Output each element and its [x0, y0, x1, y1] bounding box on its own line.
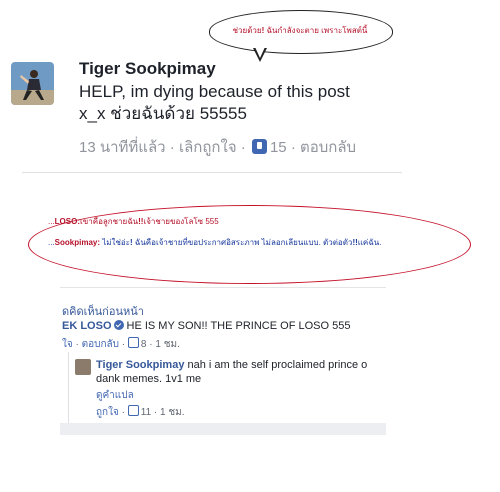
reply-comment: Tiger Sookpimay nah i am the self procla… — [96, 358, 386, 386]
unlike-link[interactable]: เลิกถูกใจ — [179, 139, 237, 156]
view-previous-comments-link[interactable]: ดคิดเห็นก่อนหน้า — [62, 302, 144, 320]
comment-text: HE IS MY SON!! THE PRINCE OF LOSO 555 — [126, 320, 351, 332]
like-link[interactable]: ถูกใจ — [96, 407, 119, 418]
post-author-name[interactable]: Tiger Sookpimay — [79, 59, 216, 79]
comment-panel-footer — [60, 423, 386, 435]
annotation-line-sookpimay: ...Sookpimay: ไม่ใช่อ่ะ! ฉันคือเจ้าชายที… — [48, 238, 382, 247]
like-count[interactable]: 15 — [270, 139, 287, 156]
verified-badge-icon — [113, 320, 124, 330]
see-translation-link[interactable]: ดูคำแปล — [96, 388, 134, 403]
post-meta: 13 นาทีที่แล้ว · เลิกถูกใจ · 15 · ตอบกลั… — [79, 139, 357, 156]
reply-meta: ถูกใจ · 11 · 1 ชม. — [96, 405, 185, 418]
post-body-line-1: HELP, im dying because of this post — [79, 82, 350, 101]
thumbs-up-icon — [127, 337, 139, 348]
like-link[interactable]: ใจ — [62, 339, 73, 350]
avatar[interactable] — [11, 62, 54, 105]
thumbs-up-icon — [251, 139, 267, 154]
comment-timestamp[interactable]: 1 ชม. — [155, 339, 180, 350]
reply-text-line-1: nah i am the self proclaimed prince o — [187, 359, 368, 371]
divider — [22, 172, 402, 173]
comment-loso-meta: ใจ · ตอบกลับ · 8 · 1 ชม. — [62, 337, 180, 350]
post-body: HELP, im dying because of this post x_x … — [79, 81, 399, 125]
reply-link[interactable]: ตอบกลับ — [82, 339, 119, 350]
reply-link[interactable]: ตอบกลับ — [300, 139, 356, 156]
like-count[interactable]: 8 — [141, 339, 147, 350]
post-body-line-2: x_x ช่วยฉันด้วย 55555 — [79, 104, 247, 123]
reply-author[interactable]: Tiger Sookpimay — [96, 359, 184, 371]
comment-author[interactable]: EK LOSO — [62, 320, 112, 332]
annotation-line-loso: ...LOSO:เขาคือลูกชายฉัน!!เจ้าชายของโลโซ … — [48, 217, 219, 226]
speech-bubble-tail-fill — [255, 47, 265, 58]
reply-text-line-2: dank memes. 1v1 me — [96, 373, 202, 385]
avatar[interactable] — [75, 359, 91, 375]
reply-timestamp[interactable]: 1 ชม. — [160, 407, 185, 418]
thumbs-up-icon — [127, 405, 139, 416]
speech-bubble-text: ช่วยด้วย! ฉันกำลังจะตาย เพราะโพสต์นี้ — [232, 26, 368, 35]
post-timestamp[interactable]: 13 นาทีที่แล้ว — [79, 139, 166, 156]
like-count[interactable]: 11 — [141, 407, 151, 418]
comment-loso: EK LOSO HE IS MY SON!! THE PRINCE OF LOSO… — [62, 320, 350, 332]
